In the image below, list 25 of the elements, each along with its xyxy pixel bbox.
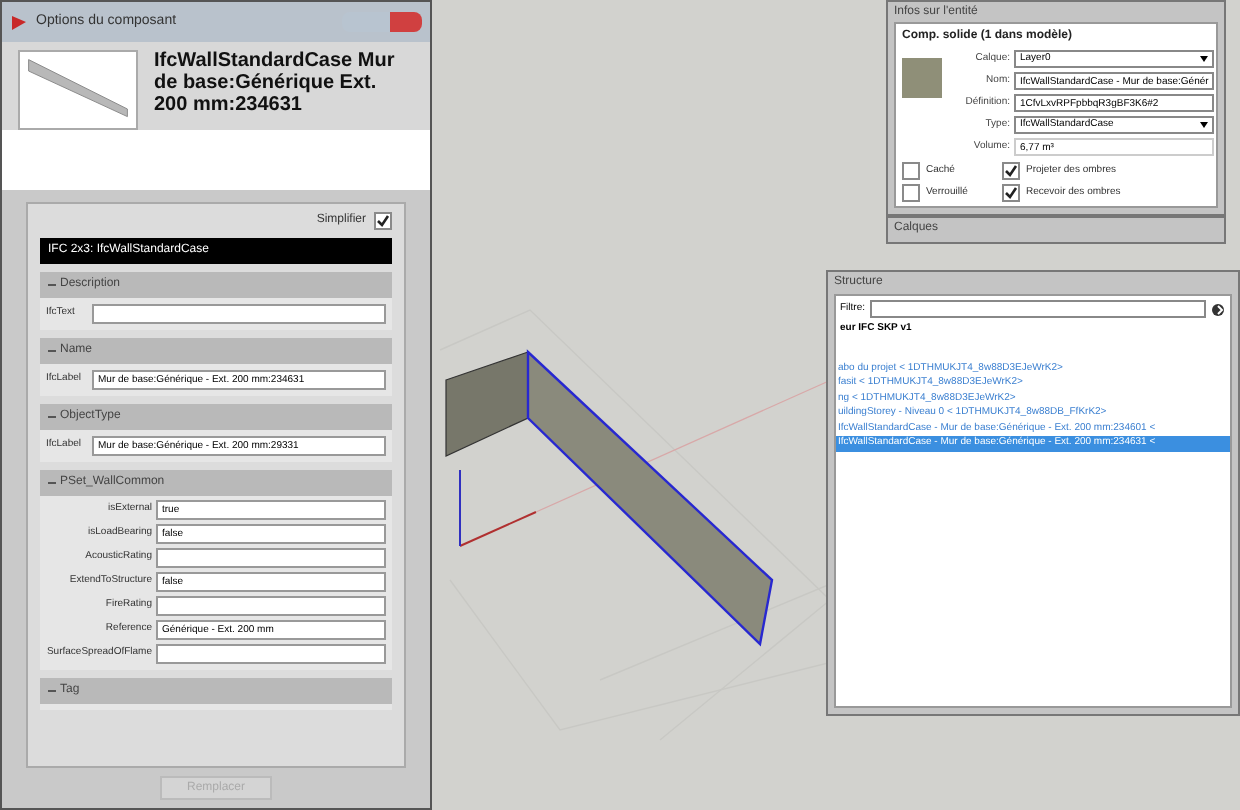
checkbox[interactable]: [902, 184, 920, 202]
text-field[interactable]: [92, 304, 386, 324]
options-icon[interactable]: [1210, 301, 1226, 317]
checkbox[interactable]: [1002, 184, 1020, 202]
filter-field[interactable]: [869, 300, 1206, 318]
wall-drawing[interactable]: [445, 349, 774, 647]
checkbox[interactable]: [902, 162, 920, 180]
collapse-icon: [48, 480, 56, 486]
material-swatch[interactable]: [902, 58, 942, 98]
collapse-icon: [48, 348, 56, 354]
window-controls[interactable]: [342, 12, 422, 32]
checkbox[interactable]: [1002, 162, 1020, 180]
caret-icon: [1200, 56, 1209, 62]
wall-thumbnail: [18, 50, 138, 130]
checkbox[interactable]: [374, 212, 392, 230]
component-heading: IfcWallStandardCase Mur de base:Générique Ext. 200 mm:234631: [154, 50, 397, 120]
collapse-icon: [48, 282, 56, 288]
collapse-icon: [48, 414, 56, 420]
text-field[interactable]: [156, 548, 386, 568]
text-field[interactable]: [156, 596, 386, 616]
collapse-icon: [48, 688, 56, 694]
text-field[interactable]: [156, 644, 386, 664]
caret-icon: [1200, 122, 1209, 128]
checkmark-icon: [376, 214, 390, 228]
app-logo-icon: [10, 13, 28, 31]
